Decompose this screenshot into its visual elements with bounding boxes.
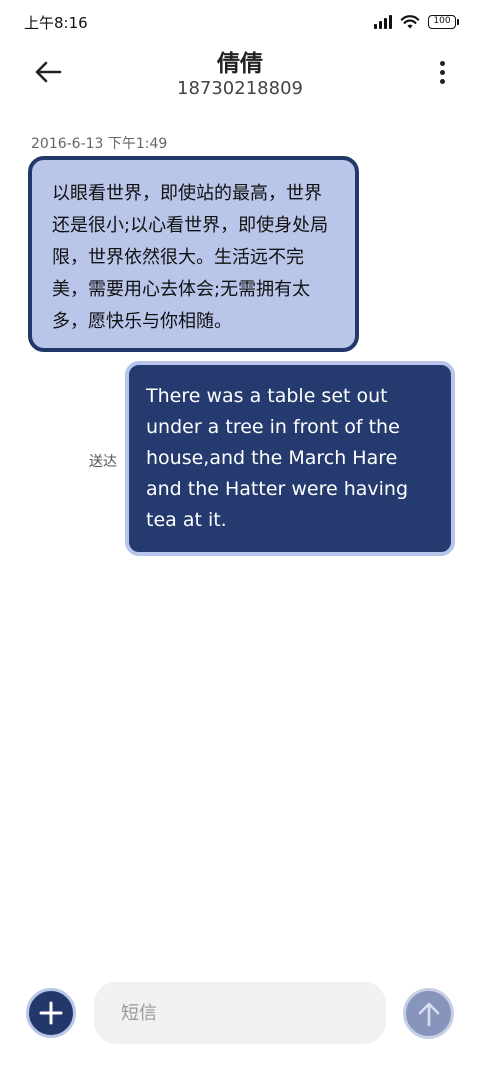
status-icons: 100 [374, 14, 459, 30]
wifi-icon [400, 15, 420, 29]
battery-icon: 100 [428, 15, 459, 29]
status-time: 上午8:16 [24, 13, 88, 32]
incoming-message-bubble[interactable]: 以眼看世界，即使站的最高，世界还是很小;以心看世界，即使身处局限，世界依然很大。… [28, 156, 359, 352]
more-vertical-icon [439, 60, 445, 66]
message-text: 以眼看世界，即使站的最高，世界还是很小;以心看世界，即使身处局限，世界依然很大。… [52, 183, 329, 332]
status-bar: 上午8:16 100 [0, 0, 480, 44]
send-button[interactable] [403, 988, 454, 1039]
contact-name: 倩倩 [217, 51, 263, 77]
outgoing-message-bubble[interactable]: There was a table set out under a tree i… [125, 361, 455, 556]
message-text: There was a table set out under a tree i… [146, 385, 409, 531]
sms-conversation-screen: 上午8:16 100 倩倩 18730218809 2016-6-13 下午1:… [0, 0, 480, 1066]
contact-number: 18730218809 [177, 78, 303, 99]
arrow-up-icon [418, 1002, 439, 1026]
signal-icon [374, 15, 392, 29]
plus-icon [39, 1001, 63, 1025]
message-timestamp: 2016-6-13 下午1:49 [31, 136, 168, 152]
more-options-button[interactable] [432, 56, 452, 88]
battery-level: 100 [433, 16, 451, 26]
delivery-status: 送达 [89, 454, 117, 470]
sms-input[interactable] [94, 982, 386, 1044]
conversation-header: 倩倩 18730218809 [0, 44, 480, 108]
add-attachment-button[interactable] [26, 988, 76, 1038]
